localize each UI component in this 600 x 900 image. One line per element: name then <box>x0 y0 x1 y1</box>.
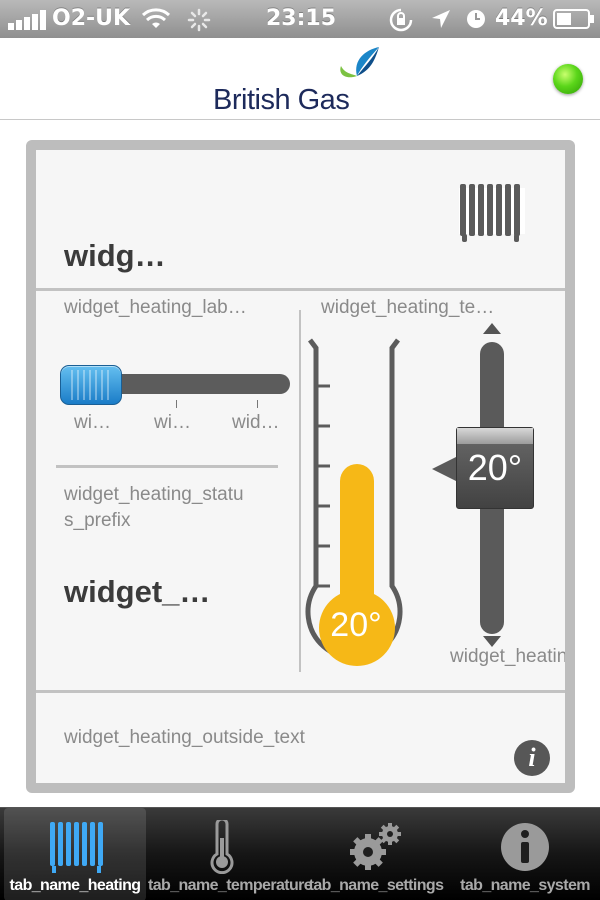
heating-mode-slider-knob[interactable] <box>60 365 122 405</box>
tab-bar: tab_name_heating tab_name_temperature ta… <box>0 807 600 900</box>
heating-status-prefix: widget_heating_statu s_prefix <box>64 484 244 531</box>
slider-option-label: wi… <box>74 412 111 433</box>
radiator-icon <box>50 822 103 873</box>
british-gas-flame-logo <box>340 47 379 78</box>
info-icon <box>501 823 549 871</box>
heating-mode-label: widget_heating_lab… <box>64 297 247 318</box>
heating-widget: widg… widget_heating_lab… widget_heating… <box>26 140 575 793</box>
divider <box>56 465 278 468</box>
heating-status-value: widget_… <box>64 574 211 609</box>
tab-temperature[interactable]: tab_name_temperature <box>148 808 313 900</box>
radiator-icon <box>459 184 525 242</box>
clock: 23:15 <box>266 6 337 31</box>
orientation-lock-icon <box>389 8 413 32</box>
slider-option-label: wid… <box>232 412 280 433</box>
carrier-name: O2-UK <box>52 6 131 31</box>
wifi-icon <box>141 8 171 28</box>
vertical-divider <box>299 310 301 672</box>
info-button[interactable]: i <box>514 740 550 776</box>
tab-heating[interactable]: tab_name_heating <box>4 808 146 900</box>
tab-system[interactable]: tab_name_system <box>452 808 598 900</box>
setpoint-pointer <box>432 457 456 481</box>
gears-icon <box>350 823 401 870</box>
tab-label: tab_name_heating <box>9 877 141 894</box>
status-bar: O2-UK 23:15 44% <box>0 0 600 38</box>
connection-status-indicator[interactable] <box>553 64 583 94</box>
thermometer-icon <box>210 820 234 874</box>
increase-temperature-arrow[interactable] <box>483 323 501 334</box>
heating-setpoint-label: widget_heating_ <box>450 646 565 667</box>
widget-title: widg… <box>64 238 166 273</box>
slider-option-label: wi… <box>154 412 191 433</box>
location-arrow-icon <box>432 10 450 28</box>
activity-spinner-icon <box>187 8 211 32</box>
tab-settings[interactable]: tab_name_settings <box>302 808 450 900</box>
battery-percent: 44% <box>495 6 548 31</box>
tab-label: tab_name_temperature <box>148 877 313 894</box>
heating-widget-panel: widg… widget_heating_lab… widget_heating… <box>36 150 565 783</box>
brand-name: British Gas <box>213 84 350 116</box>
setpoint-value: 20° <box>467 447 523 488</box>
slider-tick <box>176 400 177 408</box>
app-header: British Gas <box>0 38 600 120</box>
thermometer-value: 20° <box>330 606 382 644</box>
divider <box>36 288 565 291</box>
divider <box>36 690 565 693</box>
battery-icon <box>553 9 594 29</box>
signal-strength-icon <box>8 10 50 30</box>
alarm-clock-icon <box>467 10 485 28</box>
temperature-label: widget_heating_te… <box>321 297 495 318</box>
outside-temperature-text: widget_heating_outside_text <box>64 727 305 748</box>
tab-label: tab_name_settings <box>308 877 444 894</box>
tab-label: tab_name_system <box>460 877 590 894</box>
slider-tick <box>257 400 258 408</box>
